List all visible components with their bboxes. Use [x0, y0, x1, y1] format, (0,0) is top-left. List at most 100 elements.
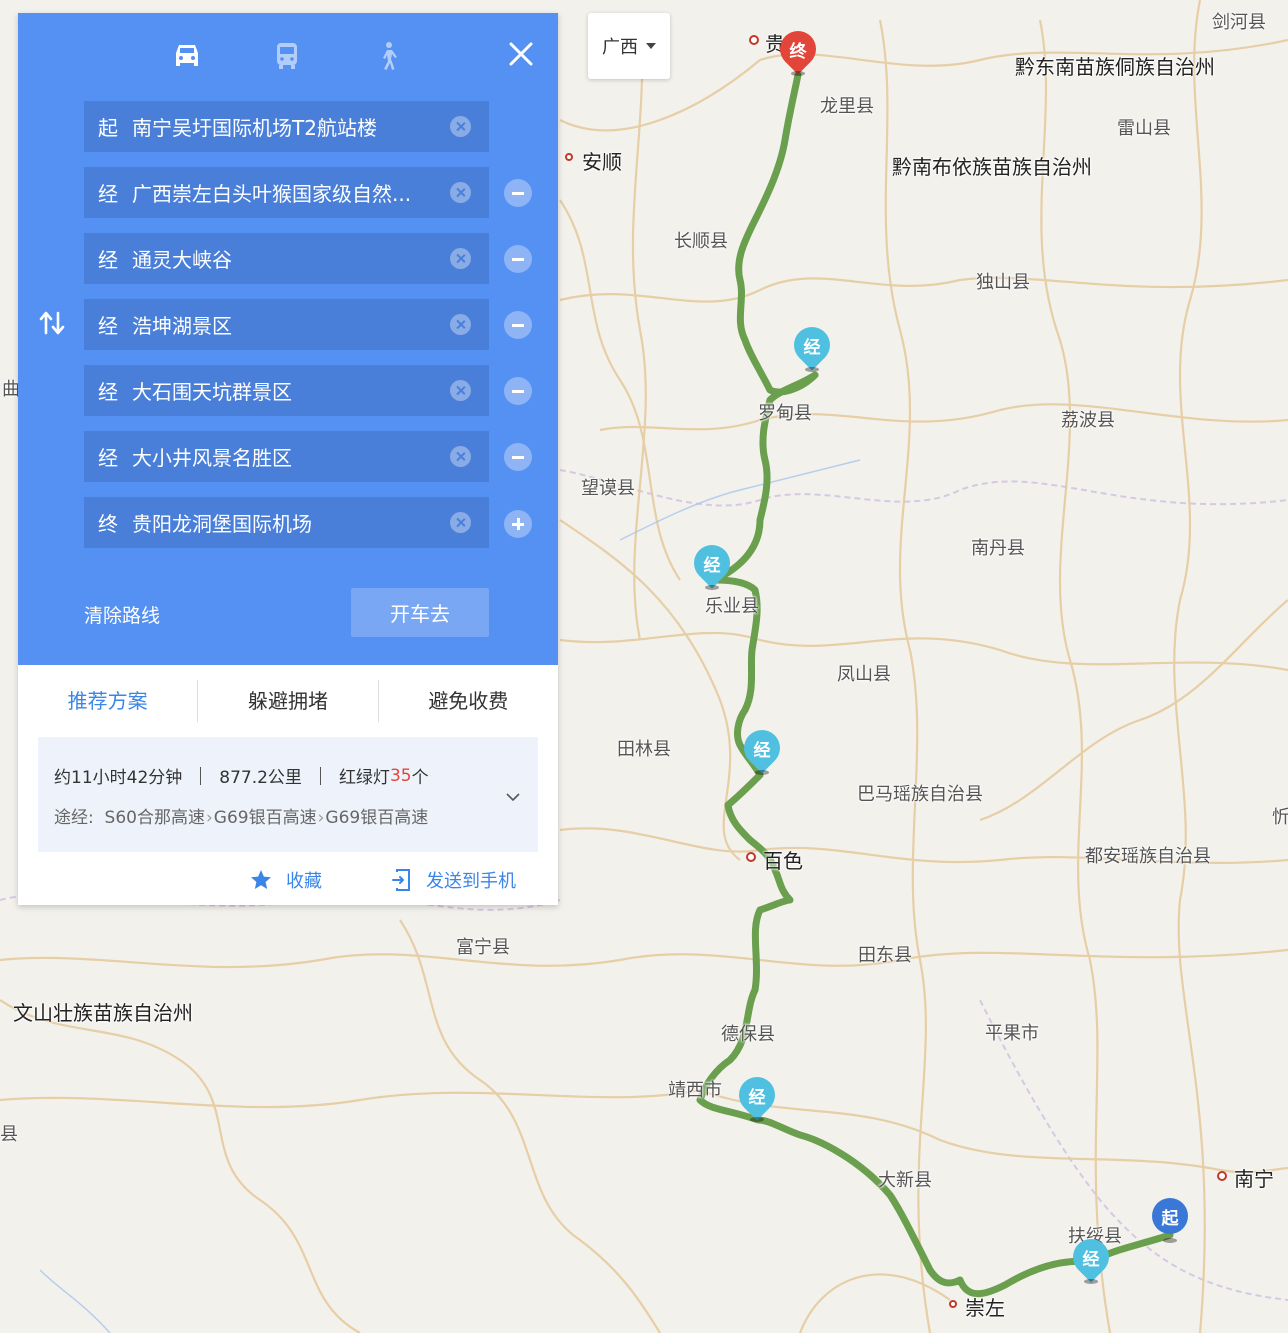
waypoint-name: 南宁吴圩国际机场T2航站楼 — [132, 116, 377, 140]
tab-avoid-tolls[interactable]: 避免收费 — [379, 680, 558, 722]
city-dot-chongzuo — [949, 1300, 957, 1308]
map-label-longli: 龙里县 — [820, 96, 874, 117]
via-road: G69银百高速 — [325, 808, 429, 828]
waypoint-name: 浩坤湖景区 — [132, 314, 232, 338]
waypoint-via-input[interactable]: 经 通灵大峡谷 — [84, 233, 489, 284]
city-dot-nanning — [1217, 1171, 1227, 1181]
map-label-pingguo: 平果市 — [985, 1023, 1039, 1044]
send-to-phone-icon — [392, 869, 410, 891]
map-label-wenshan: 文山壮族苗族自治州 — [13, 1001, 193, 1025]
via-marker-label: 经 — [753, 741, 771, 761]
city-dot-baise — [746, 852, 756, 862]
clear-input-icon[interactable] — [450, 314, 471, 335]
route-panel: 起 南宁吴圩国际机场T2航站楼 经 广西崇左白头叶猴国家级自然... 经 通灵大… — [18, 13, 558, 905]
remove-waypoint-button[interactable] — [504, 179, 532, 207]
clear-input-icon[interactable] — [450, 248, 471, 269]
end-marker[interactable]: 终 — [772, 23, 824, 76]
waypoint-via-input[interactable]: 经 广西崇左白头叶猴国家级自然... — [84, 167, 489, 218]
waypoint-prefix: 经 — [98, 182, 118, 206]
traffic-lights-suffix: 个 — [411, 768, 429, 788]
city-dot-anshun — [565, 153, 573, 161]
remove-waypoint-button[interactable] — [504, 443, 532, 471]
waypoint-end-input[interactable]: 终 贵阳龙洞堡国际机场 — [84, 497, 489, 548]
via-marker-shadow — [755, 770, 769, 775]
remove-waypoint-button[interactable] — [504, 311, 532, 339]
remove-waypoint-button[interactable] — [504, 377, 532, 405]
separator — [319, 766, 321, 785]
waypoint-prefix: 经 — [98, 380, 118, 404]
via-marker-luodian[interactable]: 经 — [786, 319, 838, 372]
add-waypoint-button[interactable] — [504, 510, 532, 538]
waypoint-via-input[interactable]: 经 浩坤湖景区 — [84, 299, 489, 350]
car-icon[interactable] — [170, 39, 204, 73]
waypoint-via-input[interactable]: 经 大石围天坑群景区 — [84, 365, 489, 416]
clear-input-icon[interactable] — [450, 512, 471, 533]
start-marker[interactable]: 起 — [1152, 1198, 1188, 1243]
waypoint-start-input[interactable]: 起 南宁吴圩国际机场T2航站楼 — [84, 101, 489, 152]
favorite-button[interactable]: 收藏 — [250, 867, 322, 893]
via-road: G69银百高速 — [213, 808, 317, 828]
remove-waypoint-button[interactable] — [504, 245, 532, 273]
map-label-chongzuo: 崇左 — [965, 1296, 1005, 1320]
via-marker-label: 经 — [748, 1088, 766, 1108]
route-option-tabs: 推荐方案 躲避拥堵 避免收费 — [18, 665, 558, 737]
map-label-qiannan: 黔南布依族苗族自治州 — [892, 155, 1092, 179]
map-label-nandan: 南丹县 — [971, 538, 1025, 559]
waypoint-prefix: 经 — [98, 314, 118, 338]
chevron-right-icon: › — [205, 808, 213, 828]
route-actions: 收藏 发送到手机 — [18, 861, 558, 901]
waypoint-prefix: 经 — [98, 248, 118, 272]
via-marker-jingxi[interactable]: 经 — [731, 1069, 783, 1122]
send-to-phone-button[interactable]: 发送到手机 — [392, 867, 516, 893]
tab-avoid-congestion[interactable]: 躲避拥堵 — [198, 680, 377, 722]
via-marker-leye[interactable]: 经 — [686, 537, 738, 590]
via-marker-shadow — [750, 1117, 764, 1122]
waypoint-name: 大石围天坑群景区 — [132, 380, 292, 404]
region-selector[interactable]: 广西 — [588, 13, 670, 79]
bus-icon[interactable] — [270, 39, 304, 73]
via-marker-tianlin[interactable]: 经 — [736, 722, 788, 775]
via-label: 途经: — [54, 808, 94, 828]
start-marker-label: 起 — [1161, 1209, 1179, 1229]
map-label-nanning: 南宁 — [1234, 1167, 1274, 1191]
map-label-libo: 荔波县 — [1061, 410, 1115, 431]
map-label-jingxi: 靖西市 — [668, 1080, 722, 1101]
map-label-debao: 德保县 — [721, 1024, 775, 1045]
waypoint-name: 广西崇左白头叶猴国家级自然... — [132, 182, 412, 206]
clear-route-link[interactable]: 清除路线 — [84, 601, 160, 628]
via-marker-shadow — [805, 367, 819, 372]
swap-direction-icon[interactable] — [38, 309, 66, 337]
clear-input-icon[interactable] — [450, 116, 471, 137]
drive-button[interactable]: 开车去 — [351, 588, 489, 637]
map-label-jianhe: 剑河县 — [1212, 12, 1266, 33]
route-planner-header: 起 南宁吴圩国际机场T2航站楼 经 广西崇左白头叶猴国家级自然... 经 通灵大… — [18, 13, 558, 665]
via-marker-fusui[interactable]: 经 — [1065, 1231, 1117, 1284]
clear-input-icon[interactable] — [450, 446, 471, 467]
map-label-bama: 巴马瑶族自治县 — [857, 784, 983, 805]
map-label-changshun: 长顺县 — [674, 231, 728, 252]
chevron-right-icon: › — [317, 808, 325, 828]
waypoint-name: 大小井风景名胜区 — [132, 446, 292, 470]
via-marker-shadow — [705, 585, 719, 590]
separator — [200, 766, 202, 785]
map-label-fengshan: 凤山县 — [837, 664, 891, 685]
clear-input-icon[interactable] — [450, 380, 471, 401]
waypoint-name: 贵阳龙洞堡国际机场 — [132, 512, 312, 536]
via-marker-shadow — [1084, 1279, 1098, 1284]
waypoint-via-input[interactable]: 经 大小井风景名胜区 — [84, 431, 489, 482]
caret-down-icon — [646, 43, 656, 49]
route-summary-card[interactable]: 约11小时42分钟 877.2公里 红绿灯 35 个 途经: S60合那高速›G69… — [38, 737, 538, 852]
close-icon[interactable] — [506, 39, 536, 69]
tab-recommended[interactable]: 推荐方案 — [18, 680, 197, 722]
traffic-lights-count: 35 — [389, 765, 412, 786]
chevron-down-icon[interactable] — [506, 789, 520, 803]
walk-icon[interactable] — [370, 39, 404, 73]
via-marker-label: 经 — [1082, 1250, 1100, 1270]
clear-input-icon[interactable] — [450, 182, 471, 203]
route-distance: 877.2公里 — [219, 768, 302, 788]
map-label-daxin: 大新县 — [878, 1170, 932, 1191]
map-label-baise: 百色 — [763, 849, 803, 873]
send-to-phone-label: 发送到手机 — [426, 871, 516, 892]
star-icon — [251, 870, 271, 889]
map-label-duan: 都安瑶族自治县 — [1085, 846, 1211, 867]
